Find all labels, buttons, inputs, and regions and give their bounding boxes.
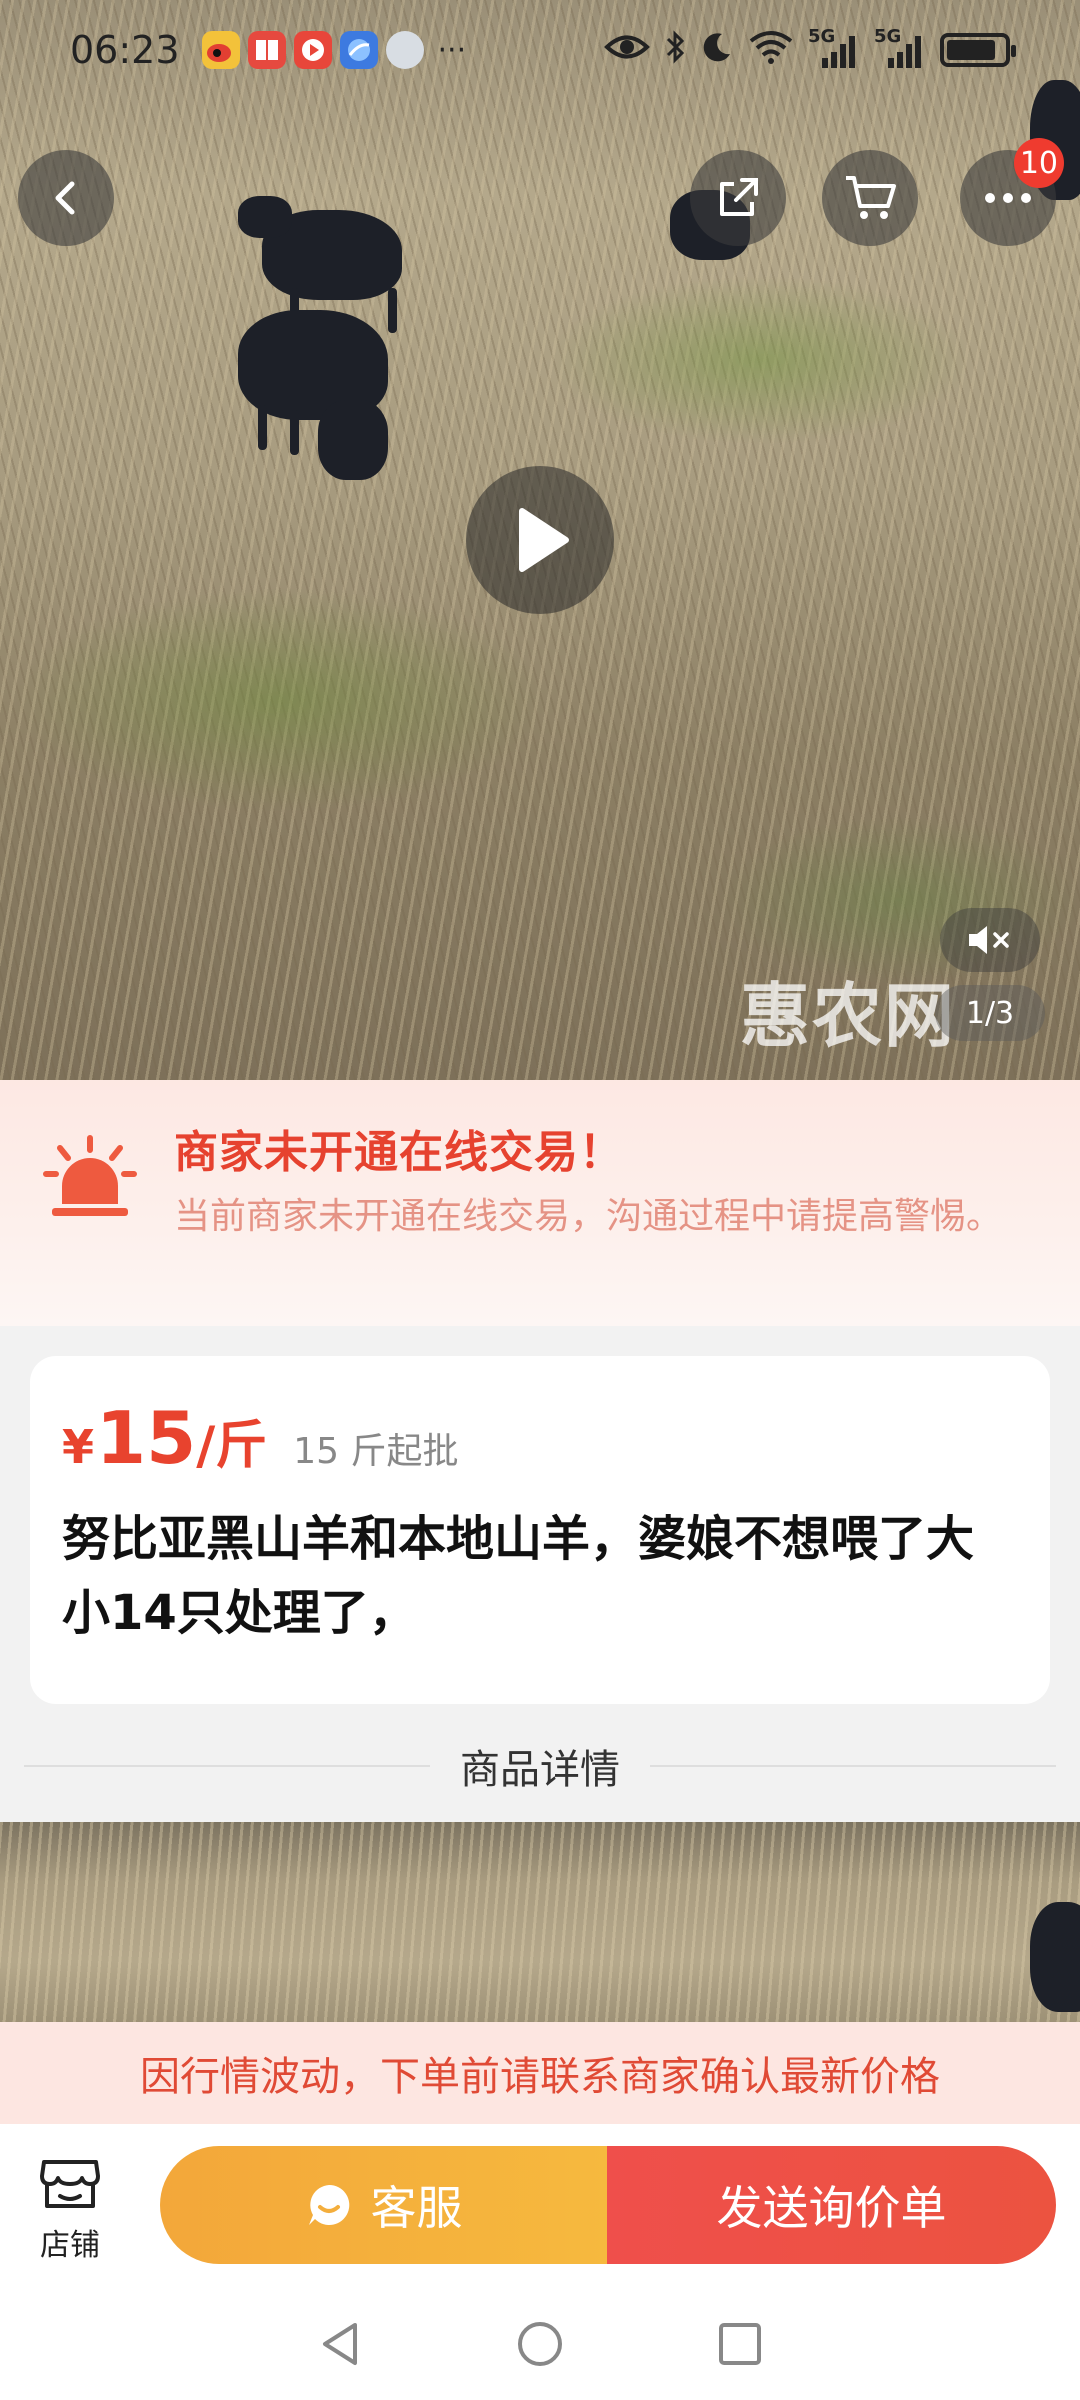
detail-image [0,1822,1080,2022]
bottom-action-bar: 店铺 客服 发送询价单 [0,2124,1080,2292]
nav-back-icon[interactable] [315,2319,365,2373]
weather-icon [385,31,424,69]
minimum-order: 15 斤起批 [293,1431,459,1472]
customer-service-button[interactable]: 客服 [160,2146,607,2264]
play-video-button[interactable] [466,466,614,614]
send-inquiry-button[interactable]: 发送询价单 [607,2146,1056,2264]
watermark-logo: 惠农网 [740,975,956,1057]
moon-icon [700,30,734,71]
product-detail-heading: 商品详情 [460,1747,620,1793]
goat-figure [1030,1902,1080,2012]
product-media-viewer[interactable]: 06:23 ··· 5G 5G 10 惠农网 1/3 [0,0,1080,1080]
battery-icon [940,33,1016,67]
system-status-icons: 5G 5G [604,26,1016,72]
status-bar: 06:23 ··· 5G 5G [0,0,1080,100]
browser-icon [339,31,378,69]
price-currency: ¥ [62,1420,95,1474]
product-info-card: ¥ 15 /斤 15 斤起批 努比亚黑山羊和本地山羊，婆娘不想喂了大小14只处理… [30,1356,1050,1704]
cart-button[interactable] [822,150,918,246]
trade-warning-banner: 商家未开通在线交易！ 当前商家未开通在线交易，沟通过程中请提高警惕。 [0,1080,1080,1326]
send-inquiry-label: 发送询价单 [716,2181,947,2235]
battery-level [947,40,995,60]
product-title: 努比亚黑山羊和本地山羊，婆娘不想喂了大小14只处理了， [62,1511,975,1641]
wifi-icon [748,29,794,72]
notification-icons: ··· [201,31,467,69]
shop-button[interactable]: 店铺 [30,2156,110,2264]
price-fluctuation-notice: 因行情波动，下单前请联系商家确认最新价格 [0,2022,1080,2124]
cart-icon [846,176,896,219]
back-button[interactable] [18,150,114,246]
media-page-indicator: 1/3 [935,985,1045,1041]
divider-line [24,1765,430,1767]
signal-icon: 5G [808,26,860,70]
customer-service-label: 客服 [370,2181,463,2235]
share-button[interactable] [690,150,786,246]
play-icon [519,508,569,572]
price-value: 15 [96,1396,197,1480]
system-navigation-bar [0,2292,1080,2400]
bluetooth-icon [664,29,686,72]
eye-icon [604,32,650,69]
product-detail-divider: 商品详情 [24,1736,1056,1796]
video-icon [293,31,332,69]
weibo-icon [201,31,240,69]
more-notifications-indicator: ··· [437,32,467,68]
store-icon [40,2160,100,2208]
mute-icon [969,926,1009,954]
price-row: ¥ 15 /斤 15 斤起批 [62,1396,1018,1480]
back-icon [55,181,75,215]
notification-badge: 10 [1013,138,1064,188]
nav-recents-icon[interactable] [715,2319,765,2373]
shop-label: 店铺 [40,2228,100,2263]
more-icon [985,193,1031,203]
alarm-light-icon [43,1135,137,1216]
book-icon [247,31,286,69]
status-time: 06:23 [70,28,180,72]
chat-bubble-icon [308,2184,349,2225]
more-button[interactable]: 10 [960,138,1064,246]
warning-title: 商家未开通在线交易！ [174,1127,624,1178]
action-button-group: 客服 发送询价单 [160,2146,1056,2264]
warning-text: 当前商家未开通在线交易，沟通过程中请提高警惕。 [174,1196,1003,1237]
price-unit: /斤 [196,1416,268,1476]
nav-home-icon[interactable] [515,2319,565,2373]
divider-line [650,1765,1056,1767]
signal-icon: 5G [874,26,926,70]
share-icon [720,178,758,216]
